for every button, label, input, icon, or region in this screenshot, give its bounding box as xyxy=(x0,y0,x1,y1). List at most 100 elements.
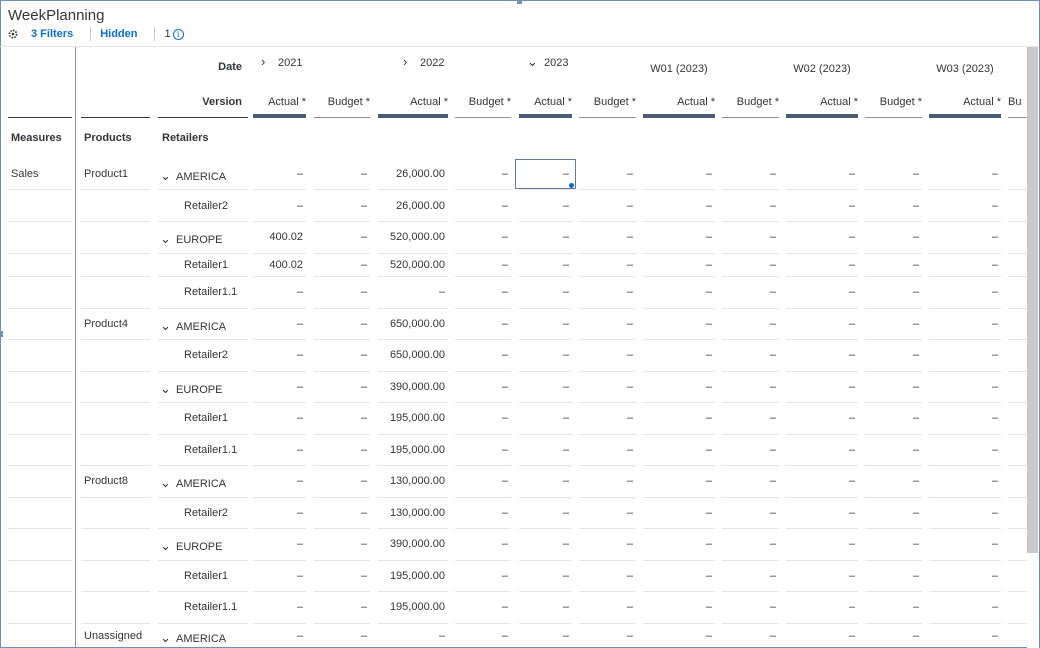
value-cell[interactable]: – xyxy=(929,538,998,550)
value-cell[interactable]: – xyxy=(314,318,367,330)
value-cell[interactable]: 650,000.00 xyxy=(378,349,445,361)
value-cell[interactable]: – xyxy=(579,381,633,393)
value-cell[interactable]: – xyxy=(722,412,776,424)
resize-handle-top[interactable] xyxy=(517,0,522,4)
selection-handle[interactable] xyxy=(569,183,574,188)
value-cell[interactable]: – xyxy=(722,601,776,613)
value-cell[interactable]: – xyxy=(579,231,633,243)
value-cell[interactable]: – xyxy=(643,538,712,550)
value-cell[interactable]: – xyxy=(786,507,855,519)
version-header-9[interactable]: Budget * xyxy=(865,96,922,108)
chevron-down-icon[interactable]: ⌄ xyxy=(527,54,539,70)
value-cell[interactable]: – xyxy=(786,412,855,424)
value-cell[interactable]: – xyxy=(455,231,508,243)
value-cell[interactable]: – xyxy=(722,259,776,271)
version-header-8[interactable]: Actual * xyxy=(786,96,858,108)
value-cell[interactable]: 26,000.00 xyxy=(378,200,445,212)
value-cell[interactable]: – xyxy=(643,231,712,243)
year-header-1[interactable]: › 2022 xyxy=(403,54,444,69)
value-cell[interactable]: – xyxy=(929,349,998,361)
value-cell[interactable]: – xyxy=(579,286,633,298)
value-cell[interactable]: – xyxy=(643,286,712,298)
retailer-cell[interactable]: Retailer1.1 xyxy=(184,601,237,613)
value-cell[interactable]: – xyxy=(865,538,919,550)
value-cell[interactable]: – xyxy=(929,601,998,613)
value-cell[interactable]: – xyxy=(519,570,569,582)
value-cell[interactable]: – xyxy=(314,381,367,393)
value-cell[interactable]: – xyxy=(314,475,367,487)
value-cell[interactable]: – xyxy=(253,318,303,330)
value-cell[interactable]: – xyxy=(643,381,712,393)
value-cell[interactable]: – xyxy=(519,381,569,393)
value-cell[interactable]: – xyxy=(643,444,712,456)
version-header-0[interactable]: Actual * xyxy=(253,96,306,108)
value-cell[interactable]: – xyxy=(929,412,998,424)
product-cell[interactable]: Product4 xyxy=(84,318,128,330)
value-cell[interactable]: – xyxy=(786,168,855,180)
product-cell[interactable]: Product8 xyxy=(84,475,128,487)
value-cell[interactable]: – xyxy=(253,570,303,582)
value-cell[interactable]: – xyxy=(865,200,919,212)
value-cell[interactable]: – xyxy=(865,349,919,361)
value-cell[interactable]: – xyxy=(579,538,633,550)
product-cell[interactable]: Unassigned xyxy=(84,630,142,642)
retailer-cell[interactable]: ⌄ AMERICA xyxy=(160,318,226,334)
value-cell[interactable]: – xyxy=(314,259,367,271)
value-cell[interactable]: – xyxy=(314,168,367,180)
value-cell[interactable]: – xyxy=(929,381,998,393)
value-cell[interactable]: – xyxy=(455,381,508,393)
settings-icon[interactable] xyxy=(8,29,18,39)
value-cell[interactable]: – xyxy=(314,570,367,582)
week-header-1[interactable]: W02 (2023) xyxy=(786,63,858,75)
value-cell[interactable]: – xyxy=(722,475,776,487)
value-cell[interactable]: – xyxy=(786,318,855,330)
chevron-down-icon[interactable]: ⌄ xyxy=(160,538,176,554)
value-cell[interactable]: – xyxy=(519,259,569,271)
version-header-4[interactable]: Actual * xyxy=(519,96,572,108)
value-cell[interactable]: – xyxy=(455,318,508,330)
value-cell[interactable]: – xyxy=(455,444,508,456)
value-cell[interactable]: – xyxy=(722,444,776,456)
value-cell[interactable]: – xyxy=(455,570,508,582)
year-header-2[interactable]: ⌄ 2023 xyxy=(527,54,568,70)
value-cell[interactable]: – xyxy=(253,507,303,519)
retailer-cell[interactable]: Retailer2 xyxy=(184,507,228,519)
value-cell[interactable]: – xyxy=(786,349,855,361)
value-cell[interactable]: – xyxy=(314,349,367,361)
value-cell[interactable]: – xyxy=(579,570,633,582)
value-cell[interactable]: 400.02 xyxy=(253,259,303,271)
value-cell[interactable]: – xyxy=(314,286,367,298)
value-cell[interactable]: – xyxy=(579,475,633,487)
value-cell[interactable]: – xyxy=(865,570,919,582)
retailer-cell[interactable]: Retailer1 xyxy=(184,259,228,271)
value-cell[interactable]: – xyxy=(929,200,998,212)
value-cell[interactable]: – xyxy=(786,286,855,298)
value-cell[interactable]: – xyxy=(643,259,712,271)
chevron-down-icon[interactable]: ⌄ xyxy=(160,475,176,491)
value-cell[interactable]: – xyxy=(314,231,367,243)
value-cell[interactable]: – xyxy=(314,200,367,212)
value-cell[interactable]: 520,000.00 xyxy=(378,231,445,243)
version-header-5[interactable]: Budget * xyxy=(579,96,636,108)
chevron-right-icon[interactable]: › xyxy=(403,54,415,69)
value-cell[interactable]: – xyxy=(865,630,919,642)
value-cell[interactable]: – xyxy=(579,318,633,330)
product-cell[interactable]: Product1 xyxy=(84,168,128,180)
value-cell[interactable]: – xyxy=(643,412,712,424)
retailer-cell[interactable]: Retailer1 xyxy=(184,412,228,424)
version-header-7[interactable]: Budget * xyxy=(722,96,779,108)
value-cell[interactable]: – xyxy=(865,286,919,298)
value-cell[interactable]: – xyxy=(786,231,855,243)
value-cell[interactable]: – xyxy=(786,200,855,212)
value-cell[interactable]: – xyxy=(643,507,712,519)
value-cell[interactable]: – xyxy=(378,286,445,298)
value-cell[interactable]: – xyxy=(643,168,712,180)
value-cell[interactable]: – xyxy=(929,570,998,582)
value-cell[interactable]: 195,000.00 xyxy=(378,570,445,582)
value-cell[interactable]: – xyxy=(786,444,855,456)
value-cell[interactable]: 400.02 xyxy=(253,231,303,243)
value-cell[interactable]: – xyxy=(579,200,633,212)
value-cell[interactable]: – xyxy=(929,630,998,642)
retailer-cell[interactable]: Retailer1 xyxy=(184,570,228,582)
chevron-down-icon[interactable]: ⌄ xyxy=(160,231,176,247)
